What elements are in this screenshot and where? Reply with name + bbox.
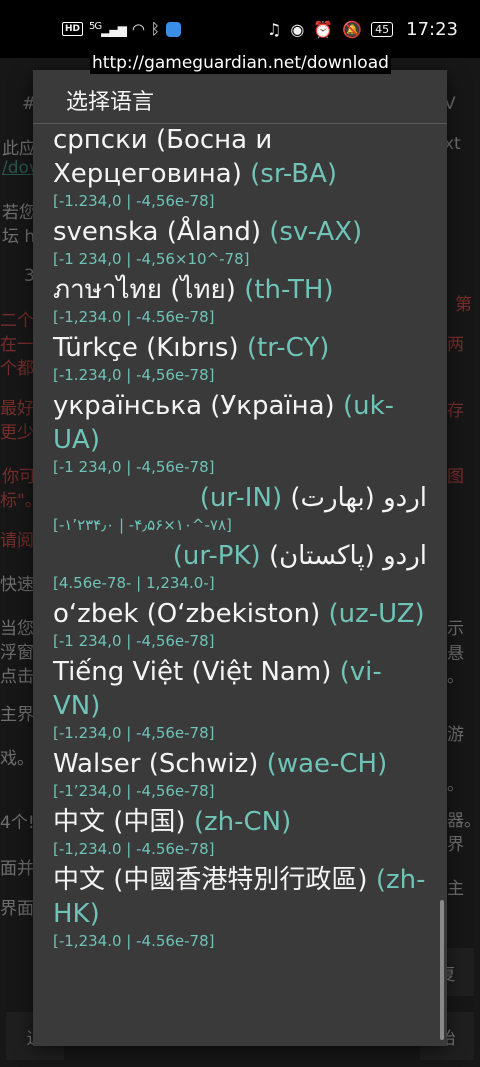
number-format-sample: [-1,234.0 | -4.56e-78] [53,574,215,592]
language-code: (zh-CN) [193,807,292,837]
bluetooth-icon: ᛒ [150,20,160,38]
signal-icon: 5G▂▄▆ [89,21,127,37]
language-option[interactable]: Türkçe (Kıbrıs) (tr-CY) [-1.234,0 | -4,56… [33,331,447,385]
number-format-sample: [-1,234.0 | -4.56e-78] [53,932,215,950]
language-code: (tr-CY) [246,333,330,363]
number-format-sample: [-1.234,0 | -4,56e-78] [53,366,215,384]
language-code: (ur-IN) [199,483,283,513]
language-name: 中文 (中國香港特別行政區) (zh-HK) [53,863,427,931]
language-native-name: ภาษาไทย (ไทย) [53,275,236,305]
language-name: اردو (بھارت) (ur-IN) [53,481,427,515]
language-native-name: українська (Україна) [53,391,335,421]
language-option[interactable]: اردو (بھارت) (ur-IN) [‎-۱٬۲۳۴٫۰ | ‎-۴٫۵۶×… [33,481,447,535]
language-option[interactable]: српски (Босна и Херцеговина) (sr-BA) [-1.… [33,125,447,211]
language-code: (sv-AX) [269,217,363,247]
language-native-name: Türkçe (Kıbrıs) [53,333,239,363]
language-code: (sr-BA) [250,159,338,189]
language-native-name: 中文 (中國香港特別行政區) [53,865,368,895]
number-format-sample: [-1’234,0 | -4,56e-78] [53,782,215,800]
number-format-sample: [-1.234,0 | -4,56e-78] [53,192,215,210]
battery-icon: 45 [371,21,394,37]
language-dialog: 选择语言 српски (Босна и Херцеговина) (sr-BA… [33,70,447,1046]
eye-icon: ◉ [290,19,305,39]
language-name: українська (Україна) (uk-UA) [53,389,427,457]
language-list[interactable]: српски (Босна и Херцеговина) (sr-BA) [-1.… [33,125,447,1046]
language-name: ภาษาไทย (ไทย) (th-TH) [53,273,427,307]
language-option[interactable]: Walser (Schwiz) (wae-CH) [-1’234,0 | -4,5… [33,747,447,801]
headphones-icon: ♫ [266,19,282,39]
language-name: Walser (Schwiz) (wae-CH) [53,747,427,781]
wifi-icon: ◠ [131,20,145,38]
language-option[interactable]: o‘zbek (O‘zbekiston) (uz-UZ) [-1 234,0 | … [33,597,447,651]
language-option[interactable]: 中文 (中國香港特別行政區) (zh-HK) [-1,234.0 | -4.56e… [33,863,447,951]
language-native-name: Tiếng Việt (Việt Nam) [53,657,332,687]
number-format-sample: [‎-۱٬۲۳۴٫۰ | ‎-۴٫۵۶×۱۰^‎-۷۸] [53,516,232,534]
language-native-name: svenska (Åland) [53,217,261,247]
mute-icon: 🔕 [342,19,363,39]
alarm-icon: ⏰ [313,19,334,39]
language-code: (ur-PK) [172,541,261,571]
language-option[interactable]: svenska (Åland) (sv-AX) [-1 234,0 | -4,56… [33,215,447,269]
status-right-icons: ♫ ◉ ⏰ 🔕 45 17:23 [267,19,458,40]
language-name: اردو (پاکستان) (ur-PK) [53,539,427,573]
language-code: (uz-UZ) [328,599,425,629]
language-native-name: 中文 (中国) [53,807,186,837]
language-option[interactable]: 中文 (中国) (zh-CN) [-1,234.0 | -4.56e-78] [33,805,447,859]
number-format-sample: [-1 234,0 | -4,56e-78] [53,632,215,650]
language-name: Türkçe (Kıbrıs) (tr-CY) [53,331,427,365]
language-option[interactable]: اردو (پاکستان) (ur-PK) [-1,234.0 | -4.56e… [33,539,447,593]
language-name: Tiếng Việt (Việt Nam) (vi-VN) [53,655,427,723]
language-name: 中文 (中国) (zh-CN) [53,805,427,839]
number-format-sample: [-1,234.0 | -4.56e-78] [53,308,215,326]
url-toast: http://gameguardian.net/download [90,52,391,74]
language-option[interactable]: українська (Україна) (uk-UA) [-1 234,0 | … [33,389,447,477]
clock: 17:23 [406,18,458,40]
hd-badge: HD [62,22,84,36]
number-format-sample: [-1 234,0 | -4,56e-78] [53,458,215,476]
status-left-icons: HD 5G▂▄▆ ◠ ᛒ [62,20,181,38]
language-code: (wae-CH) [266,749,388,779]
language-code: (th-TH) [244,275,334,305]
language-name: српски (Босна и Херцеговина) (sr-BA) [53,125,427,191]
number-format-sample: [-1.234,0 | -4,56e-78] [53,724,215,742]
language-name: o‘zbek (O‘zbekiston) (uz-UZ) [53,597,427,631]
language-native-name: o‘zbek (O‘zbekiston) [53,599,321,629]
language-option[interactable]: ภาษาไทย (ไทย) (th-TH) [-1,234.0 | -4.56e-… [33,273,447,327]
number-format-sample: [-1,234.0 | -4.56e-78] [53,840,215,858]
app-notification-icon [165,21,181,37]
language-native-name: српски (Босна и Херцеговина) [53,125,273,189]
language-option[interactable]: Tiếng Việt (Việt Nam) (vi-VN) [-1.234,0 |… [33,655,447,743]
dialog-title: 选择语言 [33,70,447,124]
language-native-name: Walser (Schwiz) [53,749,259,779]
language-native-name: اردو (بھارت) [290,483,427,513]
scrollbar[interactable] [440,900,444,1040]
status-bar: HD 5G▂▄▆ ◠ ᛒ ♫ ◉ ⏰ 🔕 45 17:23 [0,0,480,58]
number-format-sample: [-1 234,0 | -4,56×10^-78] [53,250,250,268]
language-name: svenska (Åland) (sv-AX) [53,215,427,249]
language-native-name: اردو (پاکستان) [268,541,427,571]
